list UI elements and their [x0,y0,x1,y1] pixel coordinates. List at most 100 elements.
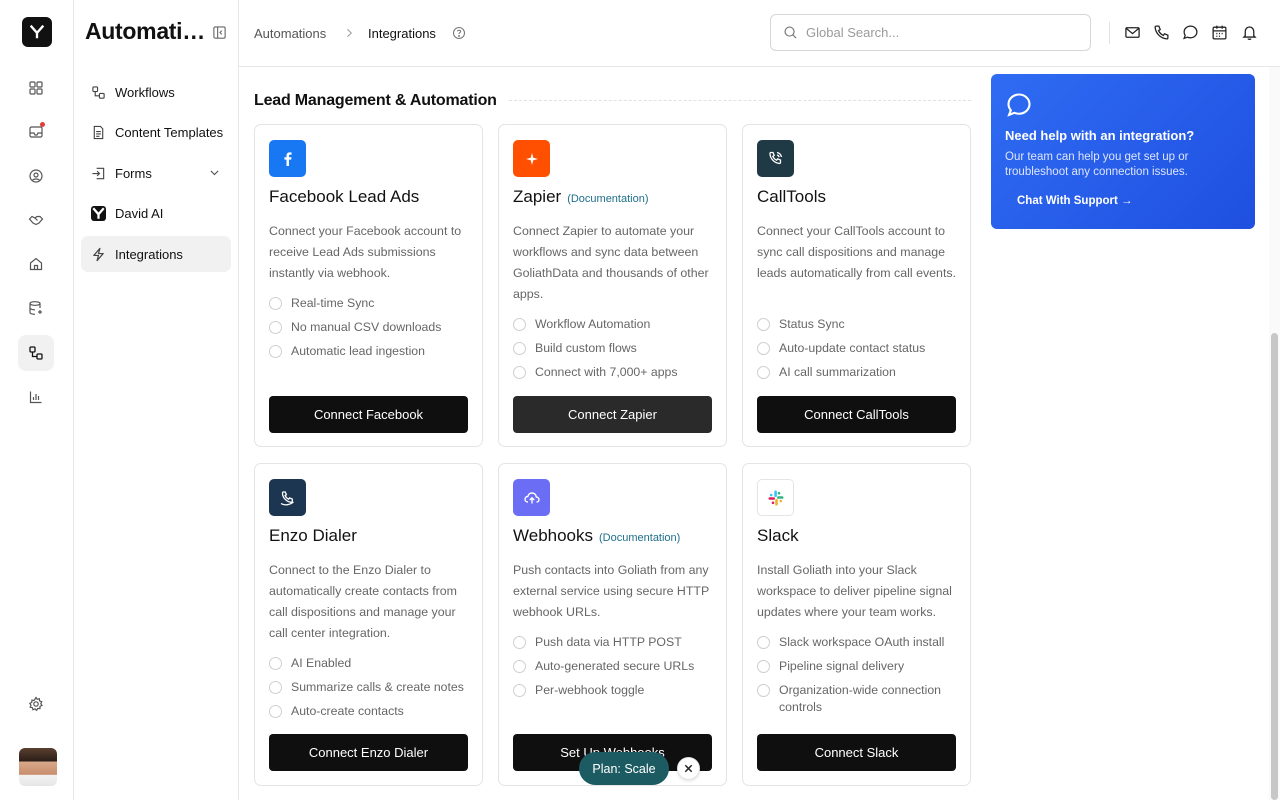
radio-circle-icon [269,705,282,718]
connect-facebook-button[interactable]: Connect Facebook [269,396,468,433]
feature-item: Build custom flows [513,340,718,357]
app-logo[interactable] [22,17,52,47]
document-icon [93,125,104,139]
scrollbar[interactable] [1269,67,1280,800]
radio-circle-icon [269,681,282,694]
sidebar-item-workflows[interactable]: Workflows [81,74,231,110]
radio-circle-icon [757,318,770,331]
automations-icon [29,346,43,360]
facebook-logo [269,140,306,177]
phone-call-icon [768,151,782,164]
rail-home[interactable] [18,246,54,282]
sidebar-item-label: Workflows [115,84,175,100]
integration-card-zapier: Zapier (Documentation) Connect Zapier to … [498,124,727,447]
rail-dashboard[interactable] [18,70,54,106]
feature-item: AI call summarization [757,364,962,381]
database-icon [29,301,42,315]
scrollbar-thumb[interactable] [1271,333,1278,800]
integration-card-slack: Slack Install Goliath into your Slack wo… [742,463,971,786]
breadcrumb-integrations: Integrations [368,26,436,41]
sidebar-item-label: Forms [115,165,152,181]
sidebar-item-content-templates[interactable]: Content Templates [81,114,231,150]
support-help-card: Need help with an integration? Our team … [991,74,1255,229]
webhooks-logo [513,479,550,516]
chat-with-support-link[interactable]: Chat With Support → [1017,195,1133,207]
card-title: Webhooks (Documentation) [513,526,681,545]
zapier-icon [525,152,538,165]
section-divider [509,100,971,101]
rail-deals[interactable] [18,202,54,238]
feature-item: No manual CSV downloads [269,319,474,336]
integration-card-webhooks: Webhooks (Documentation) Push contacts in… [498,463,727,786]
contacts-icon [29,169,43,183]
radio-circle-icon [757,684,770,697]
david-ai-logo-icon [91,205,106,221]
calltools-logo [757,140,794,177]
radio-circle-icon [513,366,526,379]
plan-badge[interactable]: Plan: Scale [579,752,669,785]
feature-list: Slack workspace OAuth install Pipeline s… [757,634,962,723]
feature-item: Real-time Sync [269,295,474,312]
rail-inbox[interactable] [18,114,54,150]
forms-icon [92,167,105,179]
mail-icon[interactable] [1124,24,1141,41]
bell-icon[interactable] [1241,24,1258,41]
documentation-link[interactable]: (Documentation) [567,193,648,205]
goliath-logo-icon [29,24,45,39]
sidebar-item-integrations[interactable]: Integrations [81,236,231,272]
feature-item: AI Enabled [269,655,474,672]
rail-contacts[interactable] [18,158,54,194]
feature-item: Pipeline signal delivery [757,658,962,675]
home-icon [29,257,43,271]
collapse-sidebar-icon[interactable] [212,25,227,40]
sidebar-item-david-ai[interactable]: David AI [81,195,231,231]
feature-item: Organization-wide connection controls [757,682,962,716]
help-circle-icon[interactable] [452,26,466,40]
radio-circle-icon [513,342,526,355]
radio-circle-icon [513,660,526,673]
global-search[interactable] [770,14,1091,51]
search-input[interactable] [806,25,1076,40]
section-title: Lead Management & Automation [254,92,497,109]
chevron-down-icon[interactable] [208,166,221,179]
feature-item: Status Sync [757,316,962,333]
radio-circle-icon [513,684,526,697]
help-title: Need help with an integration? [1005,128,1195,143]
chat-icon[interactable] [1182,24,1199,41]
documentation-link[interactable]: (Documentation) [599,532,680,544]
integration-card-calltools: CallTools Connect your CallTools account… [742,124,971,447]
radio-circle-icon [757,660,770,673]
zapier-logo [513,140,550,177]
rail-settings[interactable] [18,686,54,722]
enzo-dialer-logo [269,479,306,516]
analytics-icon [29,391,42,404]
radio-circle-icon [757,636,770,649]
lightning-icon [93,247,104,261]
rail-database[interactable] [18,290,54,326]
connect-slack-button[interactable]: Connect Slack [757,734,956,771]
connect-zapier-button[interactable]: Connect Zapier [513,396,712,433]
sidebar-item-forms[interactable]: Forms [81,155,231,191]
calendar-icon[interactable] [1211,24,1228,41]
card-title: Zapier (Documentation) [513,187,649,206]
sidebar-title: Automations [85,18,208,44]
feature-list: Status Sync Auto-update contact status A… [757,316,962,388]
integration-card-enzo-dialer: Enzo Dialer Connect to the Enzo Dialer t… [254,463,483,786]
help-text: Our team can help you get set up or trou… [1005,151,1189,178]
feature-list: Workflow Automation Build custom flows C… [513,316,718,388]
feature-list: AI Enabled Summarize calls & create note… [269,655,474,727]
feature-item: Connect with 7,000+ apps [513,364,718,381]
card-description: Connect your CallTools account to sync c… [757,224,957,280]
user-avatar[interactable] [19,748,57,786]
breadcrumb-automations[interactable]: Automations [254,26,326,41]
connect-enzo-dialer-button[interactable]: Connect Enzo Dialer [269,734,468,771]
radio-circle-icon [269,657,282,670]
facebook-icon [283,151,292,166]
plan-close-button[interactable] [677,757,700,780]
sidebar-item-label: Content Templates [115,124,224,140]
rail-analytics[interactable] [18,379,54,415]
rail-automations[interactable] [18,335,54,371]
workflow-icon [92,85,105,99]
phone-icon[interactable] [1153,24,1170,41]
connect-calltools-button[interactable]: Connect CallTools [757,396,956,433]
